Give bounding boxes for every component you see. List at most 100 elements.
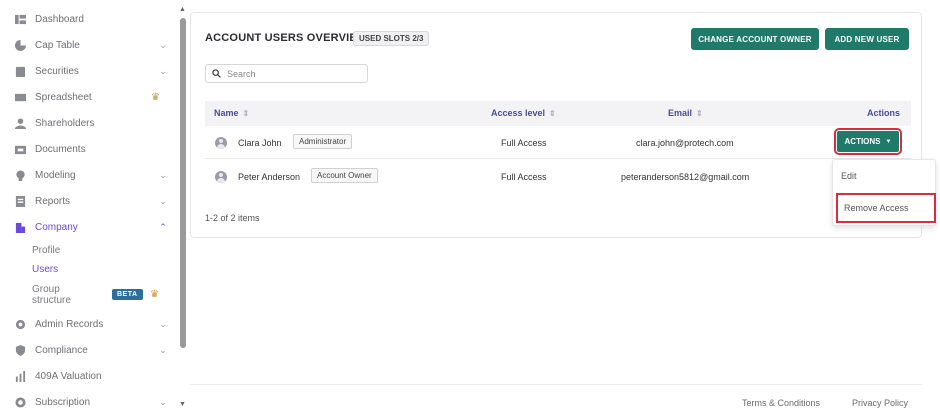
role-badge: Account Owner [311,168,378,183]
user-icon [14,117,26,129]
column-header-email[interactable]: Email ⇕ [668,108,703,118]
user-name: Peter Anderson [238,172,301,182]
sort-icon: ⇕ [242,109,250,118]
scroll-up-arrow-icon[interactable]: ▲ [179,6,186,13]
sidebar-subitem-profile[interactable]: Profile [32,245,60,256]
sidebar-item-label: Subscription [35,396,91,408]
sidebar-item-label: Documents [35,143,86,155]
caret-down-icon: ▼ [885,138,892,145]
sidebar-item-spreadsheet[interactable]: Spreadsheet ♛ [14,86,174,108]
beta-badge: BETA [112,289,143,300]
search-input[interactable] [227,68,357,79]
sidebar-item-label: Modeling [35,169,76,181]
user-email: peteranderson5812@gmail.com [621,172,750,182]
gear-icon [14,318,26,330]
sidebar-item-label: Reports [35,195,71,207]
menu-item-edit[interactable]: Edit [833,162,937,190]
spreadsheet-icon [14,91,26,103]
sidebar-item-label: Securities [35,65,79,77]
chevron-down-icon: ⌄ [159,344,167,355]
sidebar-item-cap-table[interactable]: Cap Table ⌄ [14,34,174,56]
report-icon [14,195,26,207]
actions-dropdown-menu: Edit Remove Access [832,159,936,226]
folder-icon [14,143,26,155]
column-header-label: Access level [491,108,546,118]
sidebar-subitem-group-structure[interactable]: Group structure [32,284,71,306]
column-header-name[interactable]: Name ⇕ [214,108,249,118]
shield-icon [14,344,26,356]
coin-icon [14,396,26,408]
search-icon [212,69,221,78]
chevron-down-icon: ⌄ [159,65,167,76]
sidebar: Dashboard Cap Table ⌄ Securities ⌄ Sprea… [0,0,178,420]
sidebar-subitem-label: structure [32,295,71,306]
page-title: ACCOUNT USERS OVERVIEW [205,32,368,44]
sidebar-item-documents[interactable]: Documents [14,138,174,160]
search-field[interactable] [205,64,368,83]
actions-dropdown-button[interactable]: ACTIONS ▼ [834,128,902,155]
sidebar-item-label: Shareholders [35,117,95,129]
valuation-icon [14,370,26,382]
sidebar-item-label: Admin Records [35,318,104,330]
sidebar-item-label: Dashboard [35,13,84,25]
add-new-user-button[interactable]: ADD NEW USER [825,28,909,50]
table-row: Clara John Administrator Full Access cla… [205,127,911,159]
users-overview-card: ACCOUNT USERS OVERVIEW USED SLOTS 2/3 CH… [190,12,922,238]
role-badge: Administrator [293,134,353,149]
dashboard-icon [14,13,26,25]
column-header-label: Email [668,108,693,118]
footer-divider [190,384,922,385]
column-header-actions: Actions [867,108,901,118]
sidebar-item-securities[interactable]: Securities ⌄ [14,60,174,82]
avatar [215,137,227,149]
change-account-owner-button[interactable]: CHANGE ACCOUNT OWNER [691,28,819,50]
sidebar-subitem-users[interactable]: Users [32,264,58,275]
sidebar-item-admin-records[interactable]: Admin Records ⌄ [14,313,174,335]
clipboard-icon [14,65,26,77]
chevron-down-icon: ⌄ [159,169,167,180]
crown-icon: ♛ [151,91,160,103]
user-name: Clara John [238,138,282,148]
avatar [215,171,227,183]
sidebar-item-subscription[interactable]: Subscription ⌄ [14,391,174,413]
privacy-link[interactable]: Privacy Policy [852,398,908,408]
pagination-info: 1-2 of 2 items [205,213,260,223]
sidebar-item-reports[interactable]: Reports ⌄ [14,190,174,212]
sort-icon: ⇕ [549,109,556,118]
column-header-label: Name [214,108,239,118]
user-email: clara.john@protech.com [636,138,734,148]
table-row: Peter Anderson Account Owner Full Access… [205,161,911,193]
chevron-down-icon: ⌄ [159,39,167,50]
column-header-access-level[interactable]: Access level ⇕ [491,108,556,118]
chevron-down-icon: ⌄ [159,195,167,206]
actions-button-label: ACTIONS [844,137,881,146]
pie-chart-icon [14,39,26,51]
building-icon [14,221,26,233]
sidebar-item-shareholders[interactable]: Shareholders [14,112,174,134]
sort-icon: ⇕ [696,109,703,118]
sidebar-item-dashboard[interactable]: Dashboard [14,8,174,30]
chevron-down-icon: ⌄ [159,318,167,329]
sidebar-item-company[interactable]: Company ⌃ [14,216,174,238]
sidebar-item-label: Compliance [35,344,88,356]
used-slots-badge: USED SLOTS 2/3 [353,31,430,46]
chevron-up-icon: ⌃ [159,221,167,232]
sidebar-item-label: Cap Table [35,39,80,51]
scroll-down-arrow-icon[interactable]: ▼ [179,401,186,408]
sidebar-item-label: 409A Valuation [35,370,102,382]
sidebar-scroll-thumb[interactable] [180,18,186,348]
crown-icon: ♛ [150,289,159,300]
chevron-down-icon: ⌄ [159,396,167,407]
access-level: Full Access [501,138,547,148]
sidebar-item-compliance[interactable]: Compliance ⌄ [14,339,174,361]
terms-link[interactable]: Terms & Conditions [742,398,820,408]
sidebar-item-label: Company [35,221,78,233]
menu-item-remove-access[interactable]: Remove Access [836,193,936,223]
table-header: Name ⇕ Access level ⇕ Email ⇕ Actions [205,101,911,126]
access-level: Full Access [501,172,547,182]
sidebar-item-label: Spreadsheet [35,91,92,103]
lightbulb-icon [14,169,26,181]
sidebar-subitem-label: Group [32,284,60,295]
sidebar-item-modeling[interactable]: Modeling ⌄ [14,164,174,186]
sidebar-item-409a-valuation[interactable]: 409A Valuation [14,365,174,387]
